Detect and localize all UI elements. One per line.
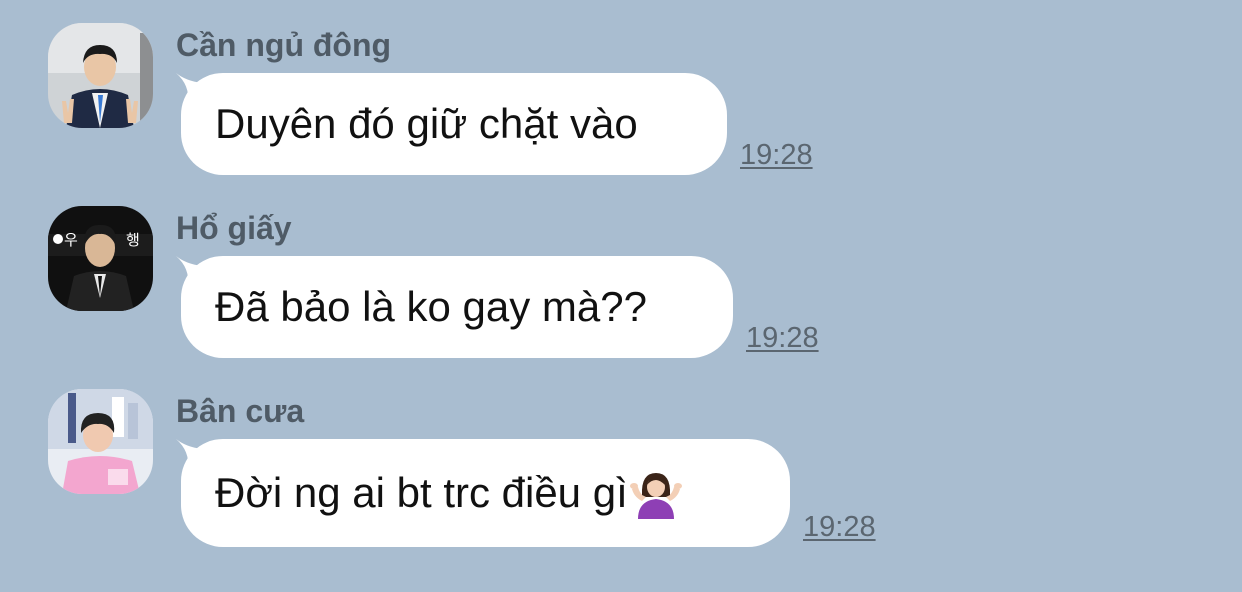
avatar-player-pink-jersey <box>48 389 153 494</box>
message-timestamp: 19:28 <box>746 322 819 354</box>
person-shrugging-emoji <box>629 473 682 519</box>
message-row: Bân cưa Đời ng ai bt trc điều gì 19:28 <box>0 389 1242 559</box>
sender-avatar[interactable] <box>48 389 153 494</box>
message-timestamp: 19:28 <box>803 511 876 543</box>
sender-name: Hổ giấy <box>176 210 292 246</box>
message-text: Đã bảo là ko gay mà?? <box>215 283 647 330</box>
sender-avatar[interactable]: 우 행 <box>48 206 153 311</box>
sender-avatar[interactable] <box>48 23 153 128</box>
message-text: Duyên đó giữ chặt vào <box>215 100 638 147</box>
avatar-man-suit-peace-sign <box>48 23 153 128</box>
message-text: Đời ng ai bt trc điều gì <box>215 469 628 516</box>
message-bubble[interactable]: Duyên đó giữ chặt vào <box>181 73 727 175</box>
svg-text:행: 행 <box>126 231 140 249</box>
message-bubble[interactable]: Đời ng ai bt trc điều gì <box>181 439 790 547</box>
sender-name: Bân cưa <box>176 393 305 429</box>
avatar-man-black-suit: 우 행 <box>48 206 153 311</box>
message-row: 우 행 Hổ giấy Đã bảo là ko gay mà?? 19:28 <box>0 206 1242 366</box>
message-row: Cần ngủ đông Duyên đó giữ chặt vào 19:28 <box>0 23 1242 183</box>
message-timestamp: 19:28 <box>740 139 813 171</box>
message-bubble[interactable]: Đã bảo là ko gay mà?? <box>181 256 733 358</box>
sender-name: Cần ngủ đông <box>176 27 392 63</box>
svg-text:우: 우 <box>64 231 78 249</box>
